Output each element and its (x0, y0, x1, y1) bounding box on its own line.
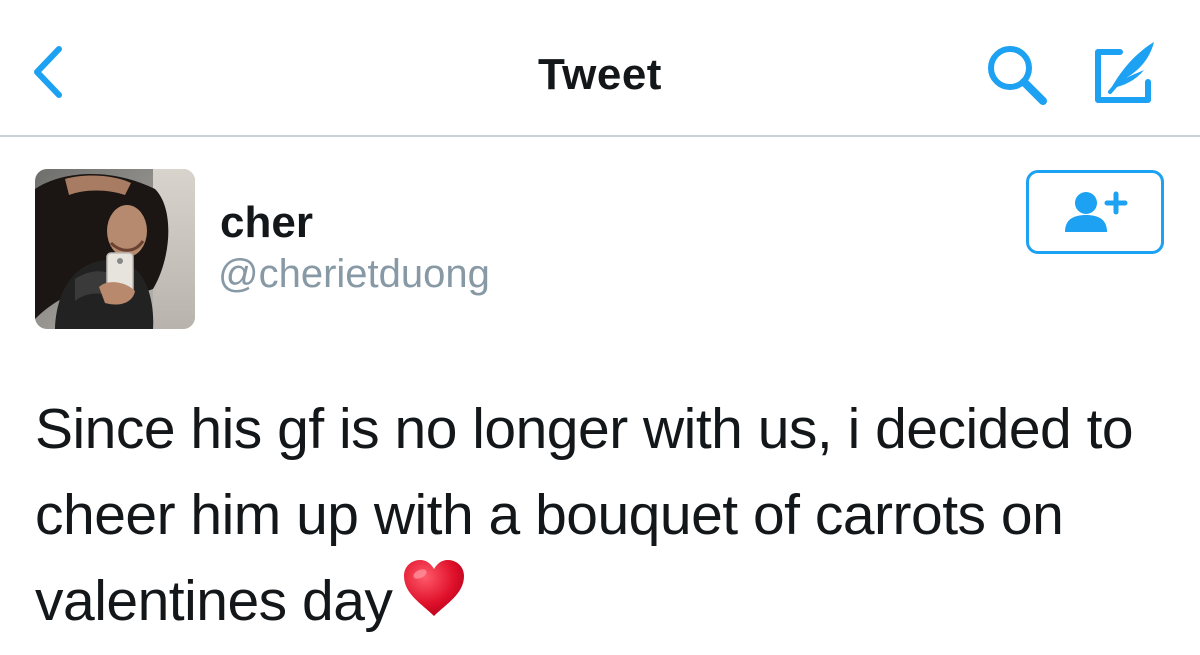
tweet-text: Since his gf is no longer with us, i dec… (35, 386, 1175, 648)
back-button[interactable] (18, 42, 78, 102)
tweet-body: Since his gf is no longer with us, i dec… (35, 397, 1134, 633)
navigation-bar: Tweet (0, 0, 1200, 137)
avatar[interactable] (35, 169, 195, 329)
tweet-detail-screen: Tweet cher @cherietduong Since his gf is… (0, 0, 1200, 655)
author-display-name[interactable]: cher (220, 198, 313, 248)
search-button[interactable] (982, 42, 1052, 108)
red-heart-emoji (404, 559, 465, 616)
profile-photo (35, 169, 195, 329)
chevron-left-icon (34, 46, 62, 98)
add-user-icon (1065, 191, 1128, 232)
author-handle[interactable]: @cherietduong (218, 252, 490, 297)
compose-tweet-button[interactable] (1088, 36, 1162, 108)
heart-emoji-icon (402, 556, 466, 642)
search-icon (988, 46, 1047, 105)
compose-tweet-icon (1095, 42, 1154, 103)
follow-button[interactable] (1026, 170, 1164, 254)
